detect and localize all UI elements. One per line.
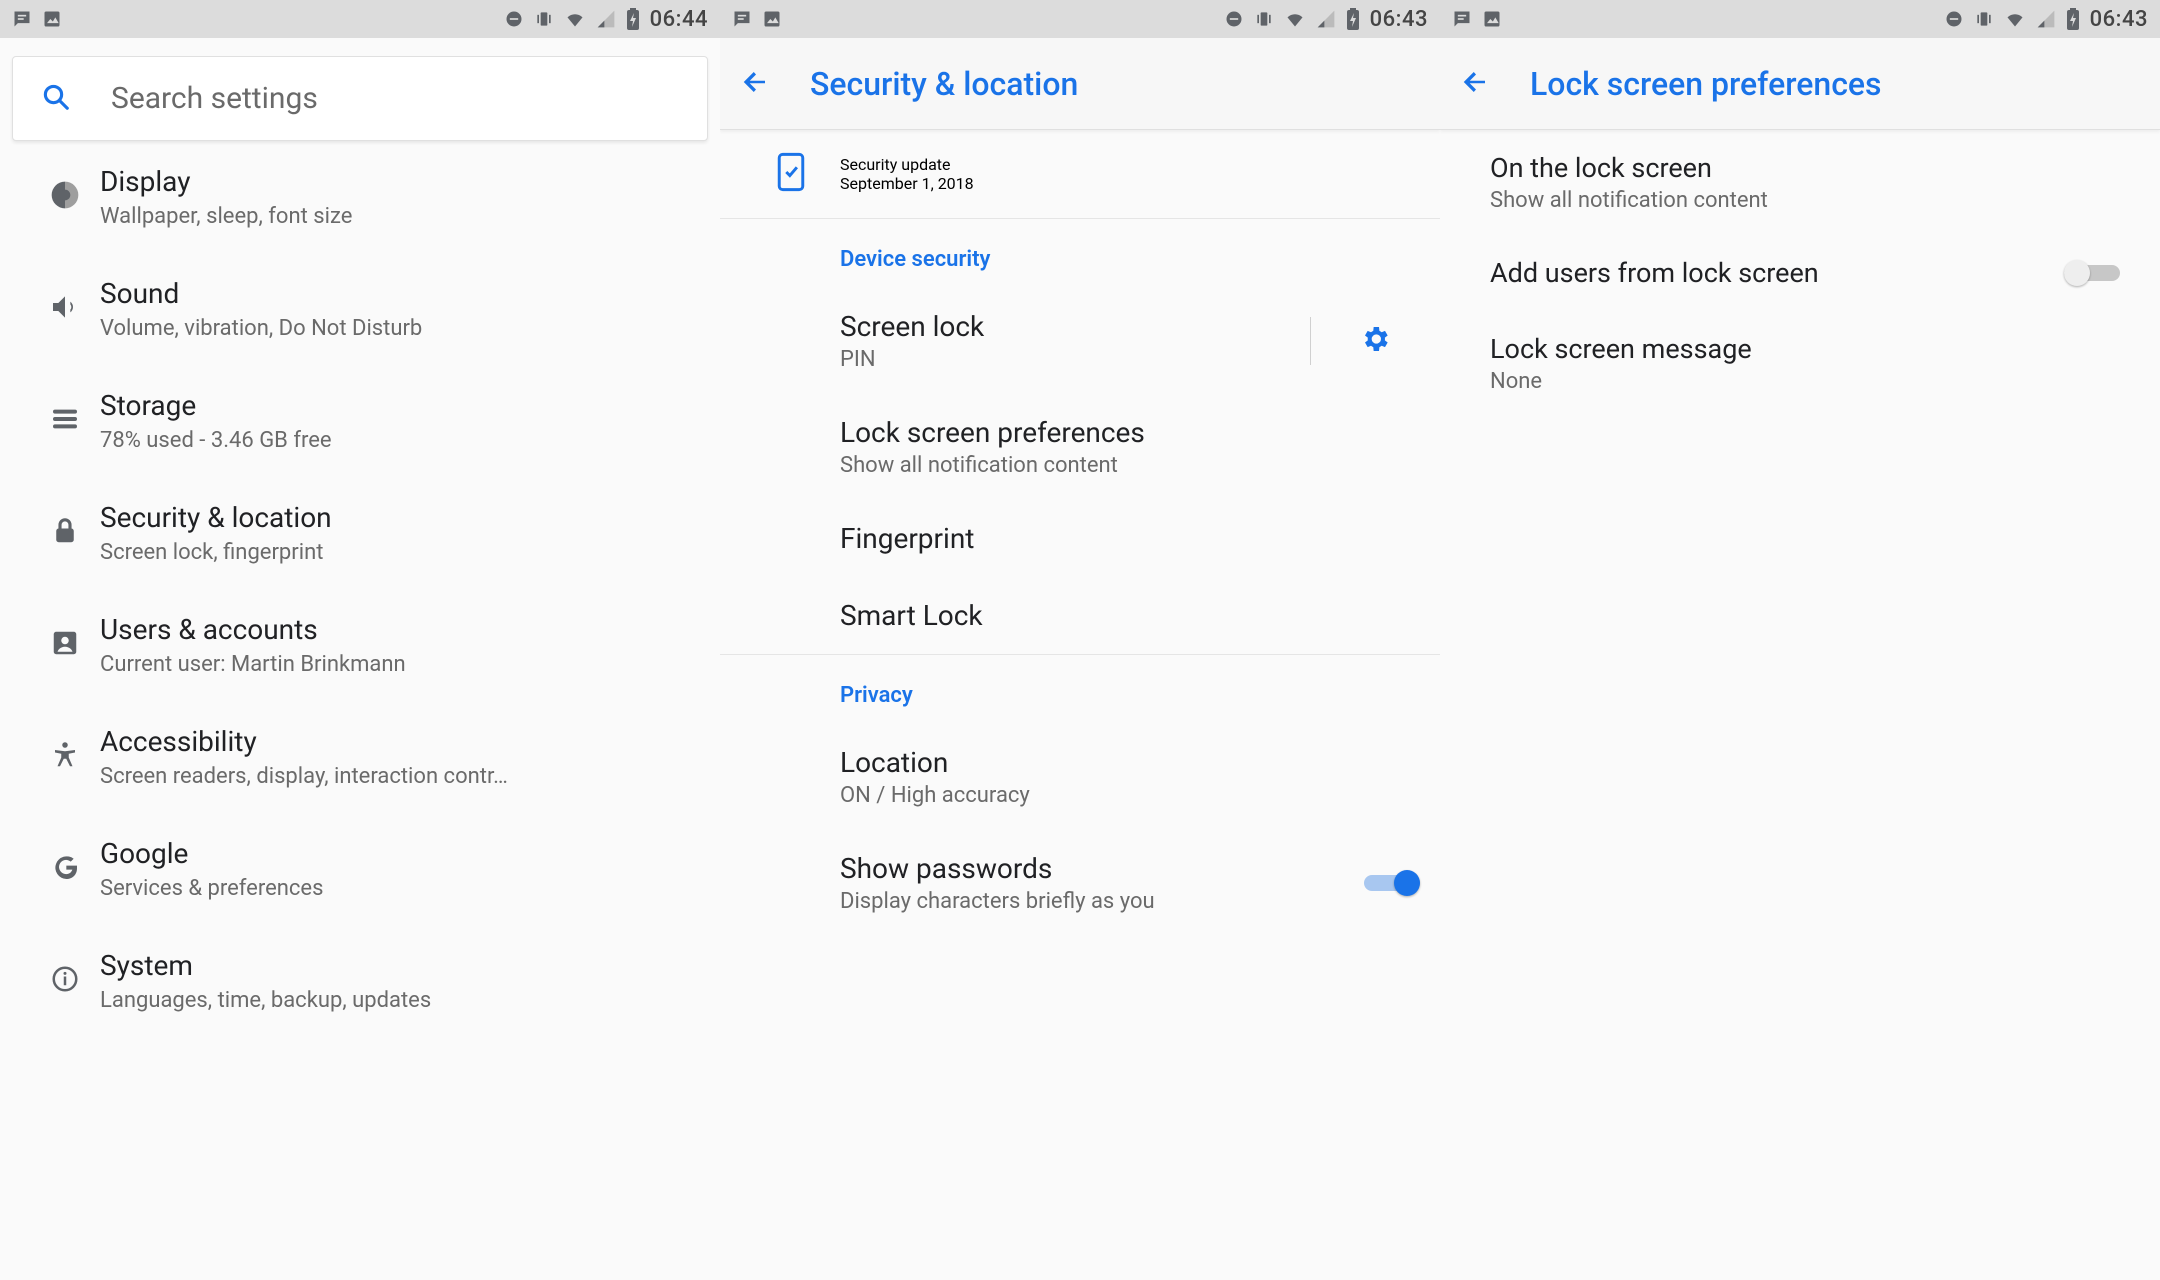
row-system[interactable]: SystemLanguages, time, backup, updates [0,925,720,1037]
add-users-toggle[interactable] [2064,260,2120,286]
display-icon [49,179,81,215]
notification-icon [1452,9,1472,29]
signal-icon [1316,9,1336,29]
vibrate-icon [534,9,554,29]
search-placeholder: Search settings [111,81,318,116]
appbar: Lock screen preferences [1440,38,2160,130]
settings-list: DisplayWallpaper, sleep, font size Sound… [0,141,720,1280]
phone-check-icon [776,152,806,196]
image-icon [42,9,62,29]
row-google[interactable]: GoogleServices & preferences [0,813,720,925]
screen-settings-main: 06:44 Search settings DisplayWallpaper, … [0,0,720,1280]
screen-lock-screen-prefs: 06:43 Lock screen preferences On the loc… [1440,0,2160,1280]
row-location[interactable]: LocationON / High accuracy [720,724,1440,830]
account-icon [50,628,80,662]
battery-charging-icon [626,8,640,30]
row-on-lock-screen[interactable]: On the lock screenShow all notification … [1440,130,2160,235]
section-privacy: Privacy [720,655,1440,724]
wifi-icon [1284,9,1306,29]
security-list: Security updateSeptember 1, 2018 Device … [720,130,1440,1280]
show-passwords-toggle[interactable] [1364,870,1420,896]
sound-icon [49,291,81,327]
storage-icon [49,403,81,439]
row-add-users[interactable]: Add users from lock screen [1440,235,2160,311]
signal-icon [596,9,616,29]
row-smart-lock[interactable]: Smart Lock [720,577,1440,654]
page-title: Lock screen preferences [1530,65,1882,103]
search-icon [41,82,71,116]
status-bar: 06:44 [0,0,720,38]
gear-icon [1359,323,1391,359]
section-device-security: Device security [720,219,1440,288]
row-security-update[interactable]: Security updateSeptember 1, 2018 [720,130,1440,218]
image-icon [1482,9,1502,29]
google-icon [49,851,81,887]
status-bar: 06:43 [1440,0,2160,38]
signal-icon [2036,9,2056,29]
row-fingerprint[interactable]: Fingerprint [720,500,1440,577]
battery-charging-icon [1346,8,1360,30]
status-time: 06:44 [650,7,708,32]
vibrate-icon [1974,9,1994,29]
back-button[interactable] [740,67,770,101]
wifi-icon [564,9,586,29]
status-time: 06:43 [1370,7,1428,32]
vibrate-icon [1254,9,1274,29]
info-icon [50,964,80,998]
back-button[interactable] [1460,67,1490,101]
row-storage[interactable]: Storage78% used - 3.46 GB free [0,365,720,477]
row-lock-screen-message[interactable]: Lock screen messageNone [1440,311,2160,416]
row-screen-lock[interactable]: Screen lockPIN [720,288,1440,394]
accessibility-icon [50,740,80,774]
battery-charging-icon [2066,8,2080,30]
search-settings[interactable]: Search settings [12,56,708,141]
row-lock-screen-prefs[interactable]: Lock screen preferencesShow all notifica… [720,394,1440,500]
wifi-icon [2004,9,2026,29]
dnd-icon [504,9,524,29]
row-accessibility[interactable]: AccessibilityScreen readers, display, in… [0,701,720,813]
row-users[interactable]: Users & accountsCurrent user: Martin Bri… [0,589,720,701]
row-security[interactable]: Security & locationScreen lock, fingerpr… [0,477,720,589]
dnd-icon [1224,9,1244,29]
notification-icon [732,9,752,29]
status-bar: 06:43 [720,0,1440,38]
dnd-icon [1944,9,1964,29]
screen-lock-settings-button[interactable] [1330,323,1420,359]
status-time: 06:43 [2090,7,2148,32]
lock-icon [50,516,80,550]
image-icon [762,9,782,29]
page-title: Security & location [810,65,1078,103]
row-display[interactable]: DisplayWallpaper, sleep, font size [0,141,720,253]
row-show-passwords[interactable]: Show passwordsDisplay characters briefly… [720,830,1440,936]
lock-prefs-list: On the lock screenShow all notification … [1440,130,2160,1280]
appbar: Security & location [720,38,1440,130]
row-sound[interactable]: SoundVolume, vibration, Do Not Disturb [0,253,720,365]
screen-security-location: 06:43 Security & location Security updat… [720,0,1440,1280]
notification-icon [12,9,32,29]
